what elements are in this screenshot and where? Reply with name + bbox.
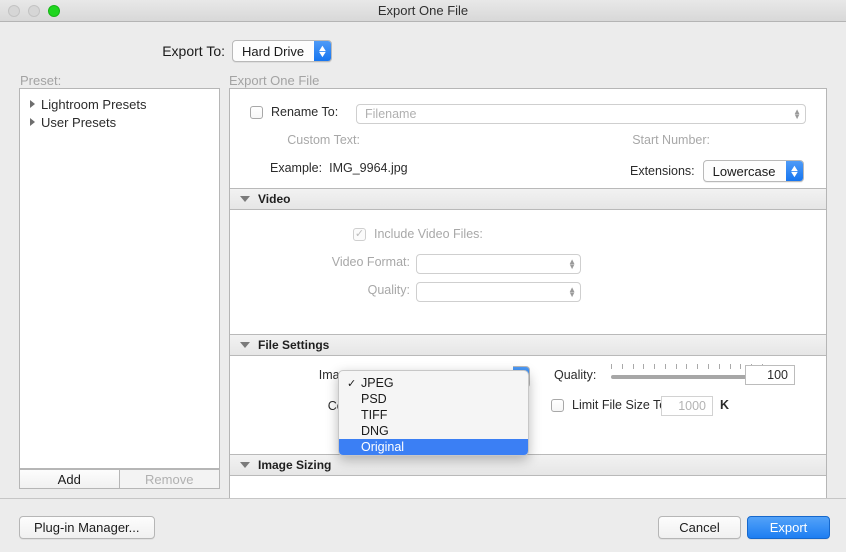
preset-caption: Preset: <box>20 73 61 88</box>
limit-file-size-field[interactable]: 1000 <box>661 396 713 416</box>
example-value: IMG_9964.jpg <box>329 161 408 175</box>
custom-text-row: Custom Text: <box>270 133 360 147</box>
menu-item-label: PSD <box>361 392 387 406</box>
chevron-updown-icon: ▲▼ <box>786 161 803 181</box>
video-quality-combo: ▲▼ <box>416 282 581 302</box>
limit-file-size-label: Limit File Size To: <box>572 398 670 412</box>
window-title: Export One File <box>0 3 846 18</box>
rename-to-checkbox[interactable] <box>250 106 263 119</box>
extensions-popup-button[interactable]: Lowercase ▲▼ <box>703 160 804 182</box>
start-number-label: Start Number: <box>632 133 710 147</box>
video-quality-label-row: Quality: <box>270 283 410 297</box>
menu-item-label: TIFF <box>361 408 387 422</box>
file-naming-section: Rename To: Filename ▲▼ Custom Text: Star… <box>230 89 826 188</box>
video-format-label-row: Video Format: <box>270 255 410 269</box>
preset-list[interactable]: Lightroom Presets User Presets <box>19 88 220 469</box>
disclosure-triangle-icon[interactable] <box>30 100 35 108</box>
menu-item-label: Original <box>361 440 404 454</box>
export-button[interactable]: Export <box>747 516 830 539</box>
remove-preset-button: Remove <box>120 469 221 489</box>
video-format-label: Video Format: <box>332 255 410 269</box>
include-video-files-checkbox: ✓ <box>353 228 366 241</box>
export-to-value: Hard Drive <box>233 41 314 61</box>
panel-caption: Export One File <box>229 73 319 88</box>
example-label: Example: <box>270 161 322 175</box>
menu-item-tiff[interactable]: TIFF <box>339 407 528 423</box>
include-video-files-label: Include Video Files: <box>374 227 483 241</box>
extensions-label: Extensions: <box>630 164 695 178</box>
export-to-label: Export To: <box>0 43 225 59</box>
menu-item-jpeg[interactable]: ✓ JPEG <box>339 375 528 391</box>
slider-ticks <box>611 364 763 370</box>
menu-item-label: JPEG <box>361 376 394 390</box>
filename-template-combo: Filename ▲▼ <box>356 104 806 124</box>
jpeg-quality-label: Quality: <box>554 368 596 382</box>
quality-slider[interactable] <box>611 364 763 384</box>
cancel-button[interactable]: Cancel <box>658 516 741 539</box>
video-format-combo: ▲▼ <box>416 254 581 274</box>
export-to-popup-button[interactable]: Hard Drive ▲▼ <box>232 40 332 62</box>
chevron-updown-icon: ▲▼ <box>568 259 576 269</box>
quality-value-field[interactable]: 100 <box>745 365 795 385</box>
quality-value: 100 <box>767 368 788 382</box>
include-video-row: ✓ Include Video Files: <box>353 227 483 241</box>
rename-to-label: Rename To: <box>271 105 338 119</box>
file-settings-section-header[interactable]: File Settings <box>230 334 826 356</box>
export-dialog-window: Export One File Export To: Hard Drive ▲▼… <box>0 0 846 552</box>
menu-item-original[interactable]: Original <box>339 439 528 455</box>
chevron-updown-icon: ▲▼ <box>314 41 331 61</box>
video-section-header[interactable]: Video <box>230 188 826 210</box>
checkmark-icon: ✓ <box>347 377 361 390</box>
preset-list-item-user[interactable]: User Presets <box>20 113 219 131</box>
export-to-row: Export To: Hard Drive ▲▼ <box>0 36 846 66</box>
add-preset-button[interactable]: Add <box>19 469 120 489</box>
example-row: Example: IMG_9964.jpg <box>270 161 408 175</box>
limit-file-size-row: Limit File Size To: <box>551 398 670 412</box>
disclosure-triangle-down-icon[interactable] <box>240 196 250 202</box>
limit-file-size-value: 1000 <box>678 399 706 413</box>
limit-file-size-unit-row: K <box>720 398 729 412</box>
preset-item-label: Lightroom Presets <box>41 97 147 112</box>
preset-buttons: Add Remove <box>19 469 220 489</box>
chevron-updown-icon: ▲▼ <box>568 287 576 297</box>
extensions-value: Lowercase <box>704 161 786 181</box>
custom-text-label: Custom Text: <box>287 133 360 147</box>
preset-list-item-lightroom[interactable]: Lightroom Presets <box>20 95 219 113</box>
jpeg-quality-label-row: Quality: <box>554 368 596 382</box>
video-quality-label: Quality: <box>368 283 410 297</box>
disclosure-triangle-icon[interactable] <box>30 118 35 126</box>
menu-item-psd[interactable]: PSD <box>339 391 528 407</box>
limit-file-size-checkbox[interactable] <box>551 399 564 412</box>
video-section-body: ✓ Include Video Files: Video Format: ▲▼ … <box>230 210 826 334</box>
disclosure-triangle-down-icon[interactable] <box>240 462 250 468</box>
start-number-row: Start Number: <box>600 133 710 147</box>
rename-to-row: Rename To: <box>250 105 338 119</box>
menu-item-dng[interactable]: DNG <box>339 423 528 439</box>
plug-in-manager-button[interactable]: Plug-in Manager... <box>19 516 155 539</box>
image-format-dropdown-menu[interactable]: ✓ JPEG PSD TIFF DNG Original <box>338 370 529 456</box>
title-bar: Export One File <box>0 0 846 22</box>
dialog-footer: Plug-in Manager... Cancel Export <box>0 498 846 552</box>
filename-template-value: Filename <box>365 107 416 121</box>
preset-item-label: User Presets <box>41 115 116 130</box>
disclosure-triangle-down-icon[interactable] <box>240 342 250 348</box>
image-sizing-section-header[interactable]: Image Sizing <box>230 454 826 476</box>
video-section-title: Video <box>258 192 290 206</box>
file-settings-section-title: File Settings <box>258 338 329 352</box>
extensions-row: Extensions: Lowercase ▲▼ <box>630 160 804 182</box>
chevron-updown-icon: ▲▼ <box>793 109 801 119</box>
menu-item-label: DNG <box>361 424 389 438</box>
limit-file-size-unit: K <box>720 398 729 412</box>
slider-track[interactable] <box>611 375 763 379</box>
image-sizing-section-title: Image Sizing <box>258 458 331 472</box>
